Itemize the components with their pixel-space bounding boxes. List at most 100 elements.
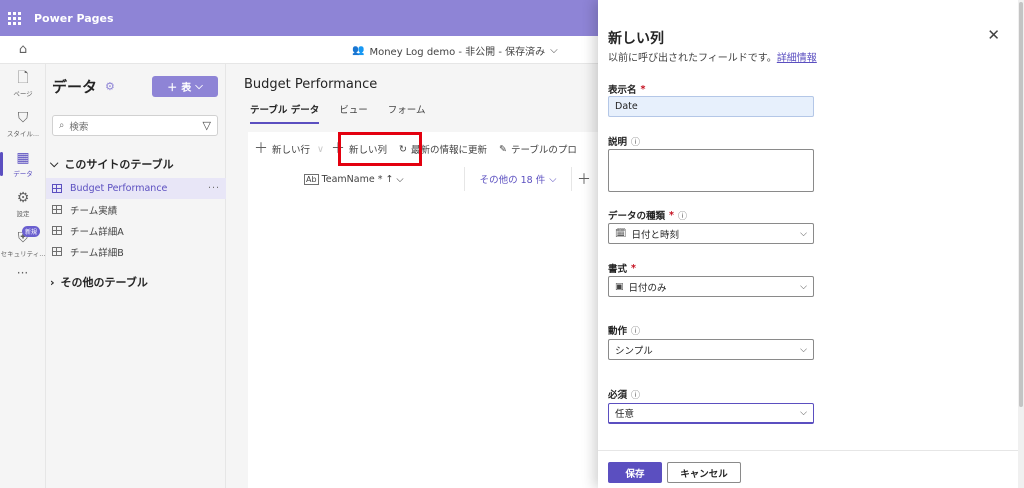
more-columns-button[interactable]: その他の 18 件 ⌵ xyxy=(464,167,572,191)
rail-item-pages[interactable]: 🗋 ページ xyxy=(0,64,46,104)
description-label: 説明 ⓘ xyxy=(608,134,640,148)
table-name: チーム詳細B xyxy=(70,247,124,259)
data-panel-title: データ xyxy=(52,78,98,96)
format-label: 書式 * xyxy=(608,261,636,276)
tab-forms[interactable]: フォーム xyxy=(388,102,426,116)
info-icon[interactable]: ⓘ xyxy=(631,388,640,401)
table-item-team-detail-b[interactable]: チーム詳細B xyxy=(46,241,226,262)
plus-icon: ＋ xyxy=(254,141,268,157)
table-tabs: テーブル データ ビュー フォーム xyxy=(250,102,426,124)
site-status-text: Money Log demo - 非公開 - 保存済み xyxy=(369,46,546,58)
dropdown-value: 任意 xyxy=(615,409,635,420)
new-row-button[interactable]: ＋ 新しい行 xyxy=(248,142,316,156)
data-table-icon: ▦ xyxy=(16,149,30,166)
label-text: データの種類 xyxy=(608,211,666,222)
scrollbar-thumb[interactable] xyxy=(1019,2,1023,407)
table-icon xyxy=(52,184,62,193)
rail-item-security[interactable]: 新規 ⛨ セキュリティ... xyxy=(0,224,46,264)
learn-more-link[interactable]: 詳細情報 xyxy=(777,53,817,64)
display-name-input[interactable]: Date xyxy=(608,96,814,117)
chevron-down-icon: ⌵ xyxy=(50,157,59,170)
calendar-clock-icon: 🗓 xyxy=(615,228,627,239)
rail-item-styling[interactable]: ⛉ スタイル... xyxy=(0,104,46,144)
dropdown-value: シンプル xyxy=(615,345,653,357)
label-text: 説明 xyxy=(608,137,628,148)
required-marker: * xyxy=(669,209,674,221)
column-header-teamname[interactable]: Ab TeamName * ↑ ⌵ xyxy=(304,173,404,185)
section-title: このサイトのテーブル xyxy=(64,158,174,171)
table-grid: ＋ 新しい行 ∨ ＋ 新しい列 ↻ 最新の情報に更新 ✎ テーブルのプロ Ab … xyxy=(248,132,598,488)
chevron-down-icon: ⌵ xyxy=(550,44,558,56)
panel-subtitle: 以前に呼び出されたフィールドです。詳細情報 xyxy=(608,49,817,64)
tab-table-data[interactable]: テーブル データ xyxy=(250,102,320,124)
cancel-button[interactable]: キャンセル xyxy=(667,462,741,483)
table-name: チーム詳細A xyxy=(70,226,124,238)
behavior-dropdown[interactable]: シンプル ⌵ xyxy=(608,339,814,360)
other-tables-section[interactable]: › その他のテーブル xyxy=(50,274,148,290)
table-item-team-detail-a[interactable]: チーム詳細A xyxy=(46,220,226,241)
tab-views[interactable]: ビュー xyxy=(339,102,368,116)
gear-icon[interactable]: ⚙ xyxy=(105,80,115,93)
add-column-icon[interactable]: ＋ xyxy=(572,169,596,189)
more-options-icon[interactable]: ··· xyxy=(208,183,220,194)
rail-item-data[interactable]: ▦ データ xyxy=(0,144,46,184)
table-search-input[interactable]: ⌕ 検索 ▽ xyxy=(52,115,218,136)
save-button[interactable]: 保存 xyxy=(608,462,662,483)
left-rail: 🗋 ページ ⛉ スタイル... ▦ データ ⚙ 設定 新規 ⛨ セキュリティ..… xyxy=(0,64,46,488)
rail-label: スタイル... xyxy=(6,129,40,138)
settings-icon: ⚙ xyxy=(16,189,30,206)
behavior-label: 動作 ⓘ xyxy=(608,323,640,337)
this-site-tables-section[interactable]: ⌵ このサイトのテーブル xyxy=(50,156,174,172)
required-marker: * xyxy=(631,262,636,274)
info-icon[interactable]: ⓘ xyxy=(631,135,640,148)
home-icon[interactable]: ⌂ xyxy=(0,42,46,57)
info-icon[interactable]: ⓘ xyxy=(678,209,687,222)
page-icon: 🗋 xyxy=(17,69,29,86)
chevron-down-icon: ⌵ xyxy=(800,228,807,239)
format-dropdown[interactable]: ▣ 日付のみ ⌵ xyxy=(608,276,814,297)
new-badge: 新規 xyxy=(22,226,41,237)
more-icon[interactable]: ··· xyxy=(0,266,45,280)
new-column-button[interactable]: ＋ 新しい列 xyxy=(325,142,393,156)
new-column-label: 新しい列 xyxy=(348,145,387,156)
refresh-label: 最新の情報に更新 xyxy=(410,145,487,156)
chevron-down-icon: ⌵ xyxy=(800,344,807,355)
add-table-button[interactable]: ＋ 表 ⌵ xyxy=(152,76,218,97)
required-dropdown[interactable]: 任意 ⌵ xyxy=(608,403,814,424)
data-panel: データ ⚙ ＋ 表 ⌵ ⌕ 検索 ▽ ⌵ このサイトのテーブル Budget P… xyxy=(46,64,226,488)
table-item-budget-performance[interactable]: Budget Performance ··· xyxy=(46,178,226,199)
description-textarea[interactable] xyxy=(608,149,814,192)
refresh-button[interactable]: ↻ 最新の情報に更新 xyxy=(393,142,493,157)
add-table-label: 表 xyxy=(181,83,192,94)
site-users-icon: 👥 xyxy=(352,44,365,56)
app-title[interactable]: Power Pages xyxy=(34,12,114,25)
table-icon xyxy=(52,247,62,256)
panel-footer: 保存 キャンセル xyxy=(598,450,1018,488)
plus-icon: ＋ xyxy=(167,83,178,94)
plus-icon: ＋ xyxy=(330,141,345,157)
table-item-team-results[interactable]: チーム実績 xyxy=(46,199,226,220)
app-launcher-icon[interactable] xyxy=(0,0,28,36)
chevron-right-icon: › xyxy=(50,275,55,289)
panel-scrollbar[interactable] xyxy=(1018,0,1024,488)
data-type-dropdown[interactable]: 🗓 日付と時刻 ⌵ xyxy=(608,223,814,244)
table-name: チーム実績 xyxy=(70,205,118,217)
rail-item-settings[interactable]: ⚙ 設定 xyxy=(0,184,46,224)
site-status[interactable]: 👥 Money Log demo - 非公開 - 保存済み ⌵ xyxy=(352,36,558,64)
filter-icon[interactable]: ▽ xyxy=(203,119,211,132)
search-placeholder: 検索 xyxy=(69,121,89,133)
brush-icon: ⛉ xyxy=(17,109,29,126)
sort-ascending-icon: ↑ xyxy=(385,173,394,185)
new-row-label: 新しい行 xyxy=(272,145,311,156)
rail-label: 設定 xyxy=(16,209,30,218)
chevron-down-icon: ⌵ xyxy=(549,173,557,185)
table-properties-button[interactable]: ✎ テーブルのプロ xyxy=(493,142,583,157)
chevron-down-icon: ⌵ xyxy=(800,408,807,418)
chevron-down-icon: ⌵ xyxy=(195,81,203,92)
close-icon[interactable]: ✕ xyxy=(987,26,1000,44)
required-label: 必須 ⓘ xyxy=(608,387,640,401)
text-field-icon: Ab xyxy=(304,173,319,185)
info-icon[interactable]: ⓘ xyxy=(631,324,640,337)
display-name-label: 表示名 * xyxy=(608,82,645,97)
chevron-down-icon: ⌵ xyxy=(800,281,807,292)
